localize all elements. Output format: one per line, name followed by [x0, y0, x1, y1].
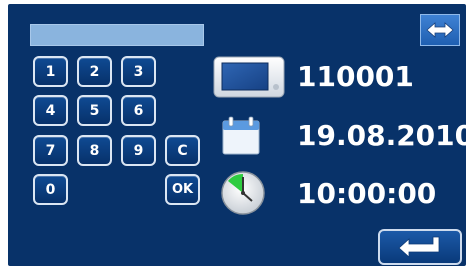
time-value: 10:00:00: [297, 177, 437, 210]
key-5[interactable]: 5: [77, 95, 112, 126]
key-6[interactable]: 6: [121, 95, 156, 126]
device-display-icon: [213, 56, 285, 98]
clear-key[interactable]: C: [165, 135, 200, 166]
key-7[interactable]: 7: [33, 135, 68, 166]
key-8[interactable]: 8: [77, 135, 112, 166]
key-2[interactable]: 2: [77, 56, 112, 87]
settings-screen: 1 2 3 4 5 6 7 8 9 C 0 OK 110001 19.08.20…: [0, 0, 468, 269]
device-id-value: 110001: [297, 60, 414, 93]
clock-icon: [221, 171, 265, 215]
key-9[interactable]: 9: [121, 135, 156, 166]
key-4[interactable]: 4: [33, 95, 68, 126]
swap-button[interactable]: [420, 14, 460, 46]
keypad-input-field[interactable]: [30, 24, 204, 46]
enter-button[interactable]: [378, 229, 462, 265]
key-3[interactable]: 3: [121, 56, 156, 87]
swap-arrows-icon: [426, 22, 454, 38]
ok-key[interactable]: OK: [165, 174, 200, 205]
date-value: 19.08.2010: [297, 119, 468, 152]
enter-return-icon: [398, 236, 440, 258]
key-1[interactable]: 1: [33, 56, 68, 87]
key-0[interactable]: 0: [33, 174, 68, 205]
calendar-icon: [222, 116, 260, 155]
